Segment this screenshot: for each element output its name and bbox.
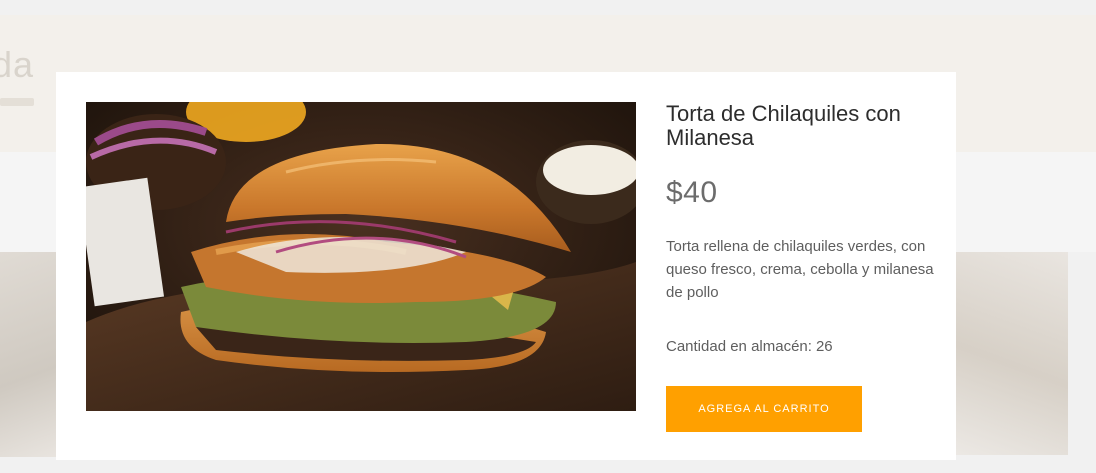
background-breadcrumb [0, 98, 34, 106]
product-quick-view-modal: Torta de Chilaquiles con Milanesa $40 To… [56, 72, 956, 460]
background-product-card-left[interactable] [0, 252, 58, 457]
background-product-card-right[interactable] [956, 252, 1068, 455]
add-to-cart-button[interactable]: AGREGA AL CARRITO [666, 386, 862, 432]
stock-value: 26 [815, 338, 833, 355]
product-description: Torta rellena de chilaquiles verdes, con… [666, 238, 934, 301]
product-price: $40 [666, 176, 718, 209]
product-title: Torta de Chilaquiles con Milanesa [666, 101, 901, 150]
background-page-title: da [0, 44, 35, 85]
product-image [86, 102, 636, 411]
stock-info: Cantidad en almacén: 26 [666, 338, 833, 355]
stock-label: Cantidad en almacén: [666, 338, 812, 355]
background-footer-strip [0, 460, 1096, 473]
